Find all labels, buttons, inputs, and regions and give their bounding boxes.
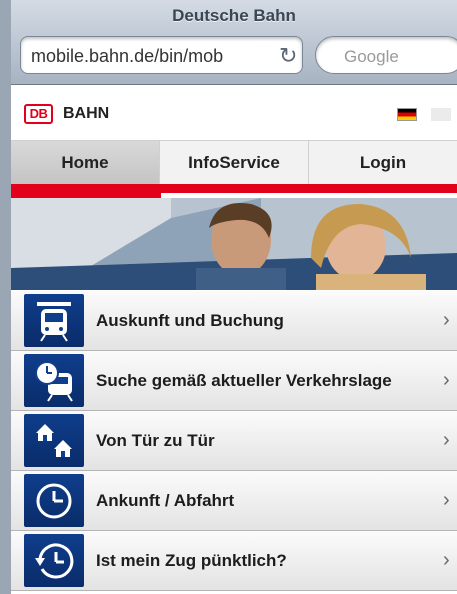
train-clock-icon <box>24 354 84 407</box>
chevron-right-icon: › <box>443 489 450 511</box>
accent-bar <box>11 184 457 198</box>
menu-label: Ankunft / Abfahrt <box>96 491 235 510</box>
menu-label: Ist mein Zug pünktlich? <box>96 551 287 570</box>
chevron-right-icon: › <box>443 309 450 331</box>
main-nav: Home InfoService Login <box>11 140 457 185</box>
browser-window: Deutsche Bahn mobile.bahn.de/bin/mob ↻ G… <box>11 0 457 594</box>
brand-name: BAHN <box>63 105 110 122</box>
tab-infoservice[interactable]: InfoService <box>160 141 309 184</box>
train-icon <box>24 294 84 347</box>
browser-title: Deutsche Bahn <box>172 6 296 25</box>
menu-item-tuer-zu-tuer[interactable]: Von Tür zu Tür › <box>11 411 457 471</box>
chevron-right-icon: › <box>443 369 450 391</box>
menu-item-verkehrslage[interactable]: Suche gemäß aktueller Verkehrslage › <box>11 351 457 411</box>
clock-refresh-icon <box>24 534 84 587</box>
menu-label: Auskunft und Buchung <box>96 311 284 330</box>
browser-toolbar: Deutsche Bahn mobile.bahn.de/bin/mob ↻ G… <box>11 0 457 85</box>
search-placeholder[interactable]: Google <box>344 47 399 67</box>
hero-image <box>11 198 457 290</box>
main-menu: Auskunft und Buchung › Suche gemäß aktue… <box>11 291 457 591</box>
tab-login[interactable]: Login <box>309 141 457 184</box>
chevron-right-icon: › <box>443 549 450 571</box>
reload-icon[interactable]: ↻ <box>279 43 297 69</box>
german-flag-icon[interactable] <box>397 108 417 121</box>
address-bar[interactable]: mobile.bahn.de/bin/mob ↻ <box>20 36 303 74</box>
clock-icon <box>24 474 84 527</box>
menu-item-ankunft-abfahrt[interactable]: Ankunft / Abfahrt › <box>11 471 457 531</box>
english-flag-icon[interactable] <box>431 108 451 121</box>
site-header: DB BAHN <box>11 85 457 140</box>
menu-label: Von Tür zu Tür <box>96 431 215 450</box>
address-fade <box>229 41 275 69</box>
search-input[interactable]: Google <box>315 36 457 74</box>
menu-label: Suche gemäß aktueller Verkehrslage <box>96 371 392 390</box>
house-to-house-icon <box>24 414 84 467</box>
db-logo[interactable]: DB <box>24 104 53 124</box>
menu-item-puenktlich[interactable]: Ist mein Zug pünktlich? › <box>11 531 457 591</box>
tab-home[interactable]: Home <box>11 141 160 184</box>
menu-item-auskunft[interactable]: Auskunft und Buchung › <box>11 291 457 351</box>
chevron-right-icon: › <box>443 429 450 451</box>
